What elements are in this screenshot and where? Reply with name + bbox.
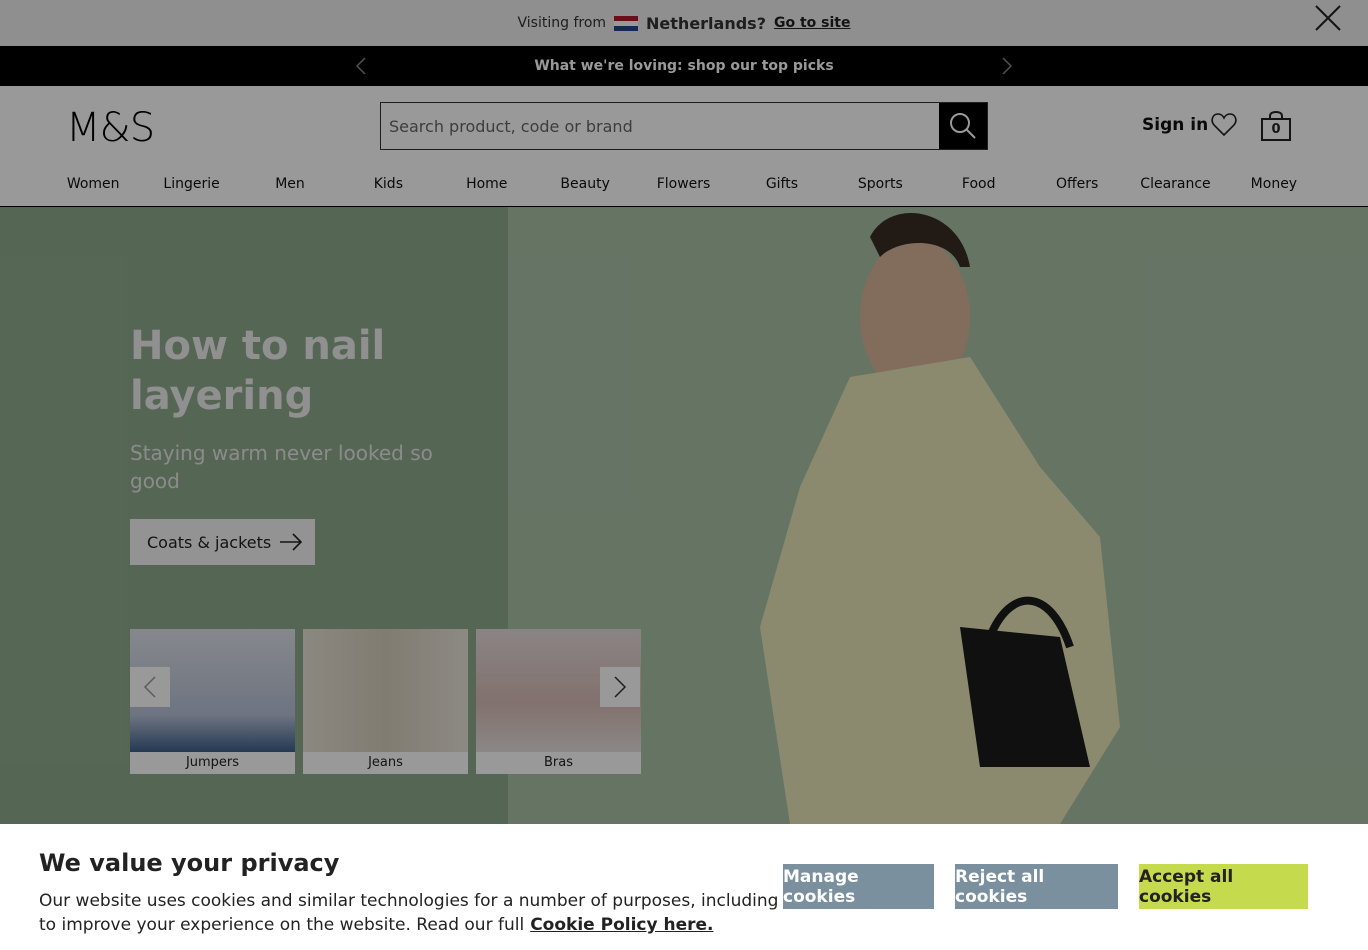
carousel-prev-button[interactable] bbox=[130, 667, 170, 707]
visiting-label: Visiting from bbox=[517, 15, 607, 31]
nav-item[interactable]: Flowers bbox=[634, 176, 732, 192]
geo-banner: Visiting from Netherlands? Go to site bbox=[0, 0, 1368, 46]
search-icon bbox=[950, 113, 976, 139]
nav-item[interactable]: Men bbox=[241, 176, 339, 192]
carousel-next-button[interactable] bbox=[600, 667, 640, 707]
search-button[interactable] bbox=[939, 103, 987, 149]
nav-item[interactable]: Beauty bbox=[536, 176, 634, 192]
site-header: M&S Sign in 0 Women Lingerie Men Kids Ho… bbox=[0, 86, 1368, 207]
cta-label: Coats & jackets bbox=[147, 532, 272, 552]
bag-count: 0 bbox=[1271, 122, 1281, 137]
search-input[interactable] bbox=[381, 103, 939, 149]
jeans-image bbox=[303, 629, 468, 752]
chevron-left-icon bbox=[143, 676, 156, 698]
country-label: Netherlands? bbox=[646, 13, 766, 33]
main-nav: Women Lingerie Men Kids Home Beauty Flow… bbox=[44, 176, 1324, 192]
nav-item[interactable]: Gifts bbox=[733, 176, 831, 192]
nav-item[interactable]: Sports bbox=[831, 176, 929, 192]
tile-label: Jeans bbox=[368, 755, 403, 770]
close-icon[interactable] bbox=[1312, 2, 1344, 34]
chevron-right-icon[interactable] bbox=[996, 56, 1016, 76]
category-carousel: Jumpers Jeans Bras bbox=[130, 629, 641, 774]
hero-title: How to nail layering bbox=[130, 323, 386, 419]
nav-item[interactable]: Lingerie bbox=[142, 176, 240, 192]
manage-cookies-button[interactable]: Manage cookies bbox=[783, 864, 934, 909]
arrow-right-icon bbox=[280, 533, 303, 551]
chevron-right-icon bbox=[614, 676, 627, 698]
heart-icon[interactable] bbox=[1210, 111, 1238, 139]
promo-bar: What we're loving: shop our top picks bbox=[0, 46, 1368, 86]
promo-text[interactable]: What we're loving: shop our top picks bbox=[534, 58, 833, 74]
shopping-bag-button[interactable]: 0 bbox=[1260, 110, 1292, 142]
cookie-policy-link[interactable]: Cookie Policy here. bbox=[530, 915, 713, 935]
nav-item[interactable]: Home bbox=[438, 176, 536, 192]
cookie-banner: We value your privacy Our website uses c… bbox=[0, 824, 1368, 950]
chevron-left-icon[interactable] bbox=[352, 56, 372, 76]
search-bar bbox=[380, 102, 988, 150]
tile-label: Jumpers bbox=[185, 755, 240, 770]
model-image[interactable] bbox=[760, 207, 1180, 824]
hero-banner: How to nail layering Staying warm never … bbox=[0, 207, 1368, 824]
cookie-title: We value your privacy bbox=[39, 849, 340, 877]
tile-label: Bras bbox=[543, 755, 573, 770]
go-to-site-link[interactable]: Go to site bbox=[774, 15, 851, 31]
ms-logo[interactable]: M&S bbox=[66, 105, 155, 151]
nav-item[interactable]: Money bbox=[1225, 176, 1323, 192]
coats-jackets-button[interactable]: Coats & jackets bbox=[130, 519, 315, 565]
category-tile[interactable]: Jeans bbox=[303, 629, 468, 774]
sign-in-link[interactable]: Sign in bbox=[1142, 115, 1208, 135]
nav-item[interactable]: Clearance bbox=[1126, 176, 1224, 192]
cookie-body: Our website uses cookies and similar tec… bbox=[39, 889, 779, 937]
nav-item[interactable]: Women bbox=[44, 176, 142, 192]
accept-cookies-button[interactable]: Accept all cookies bbox=[1139, 864, 1308, 909]
reject-cookies-button[interactable]: Reject all cookies bbox=[955, 864, 1118, 909]
nav-item[interactable]: Food bbox=[930, 176, 1028, 192]
hero-subtitle: Staying warm never looked so good bbox=[130, 441, 433, 493]
netherlands-flag-icon bbox=[614, 15, 639, 31]
nav-item[interactable]: Offers bbox=[1028, 176, 1126, 192]
nav-item[interactable]: Kids bbox=[339, 176, 437, 192]
